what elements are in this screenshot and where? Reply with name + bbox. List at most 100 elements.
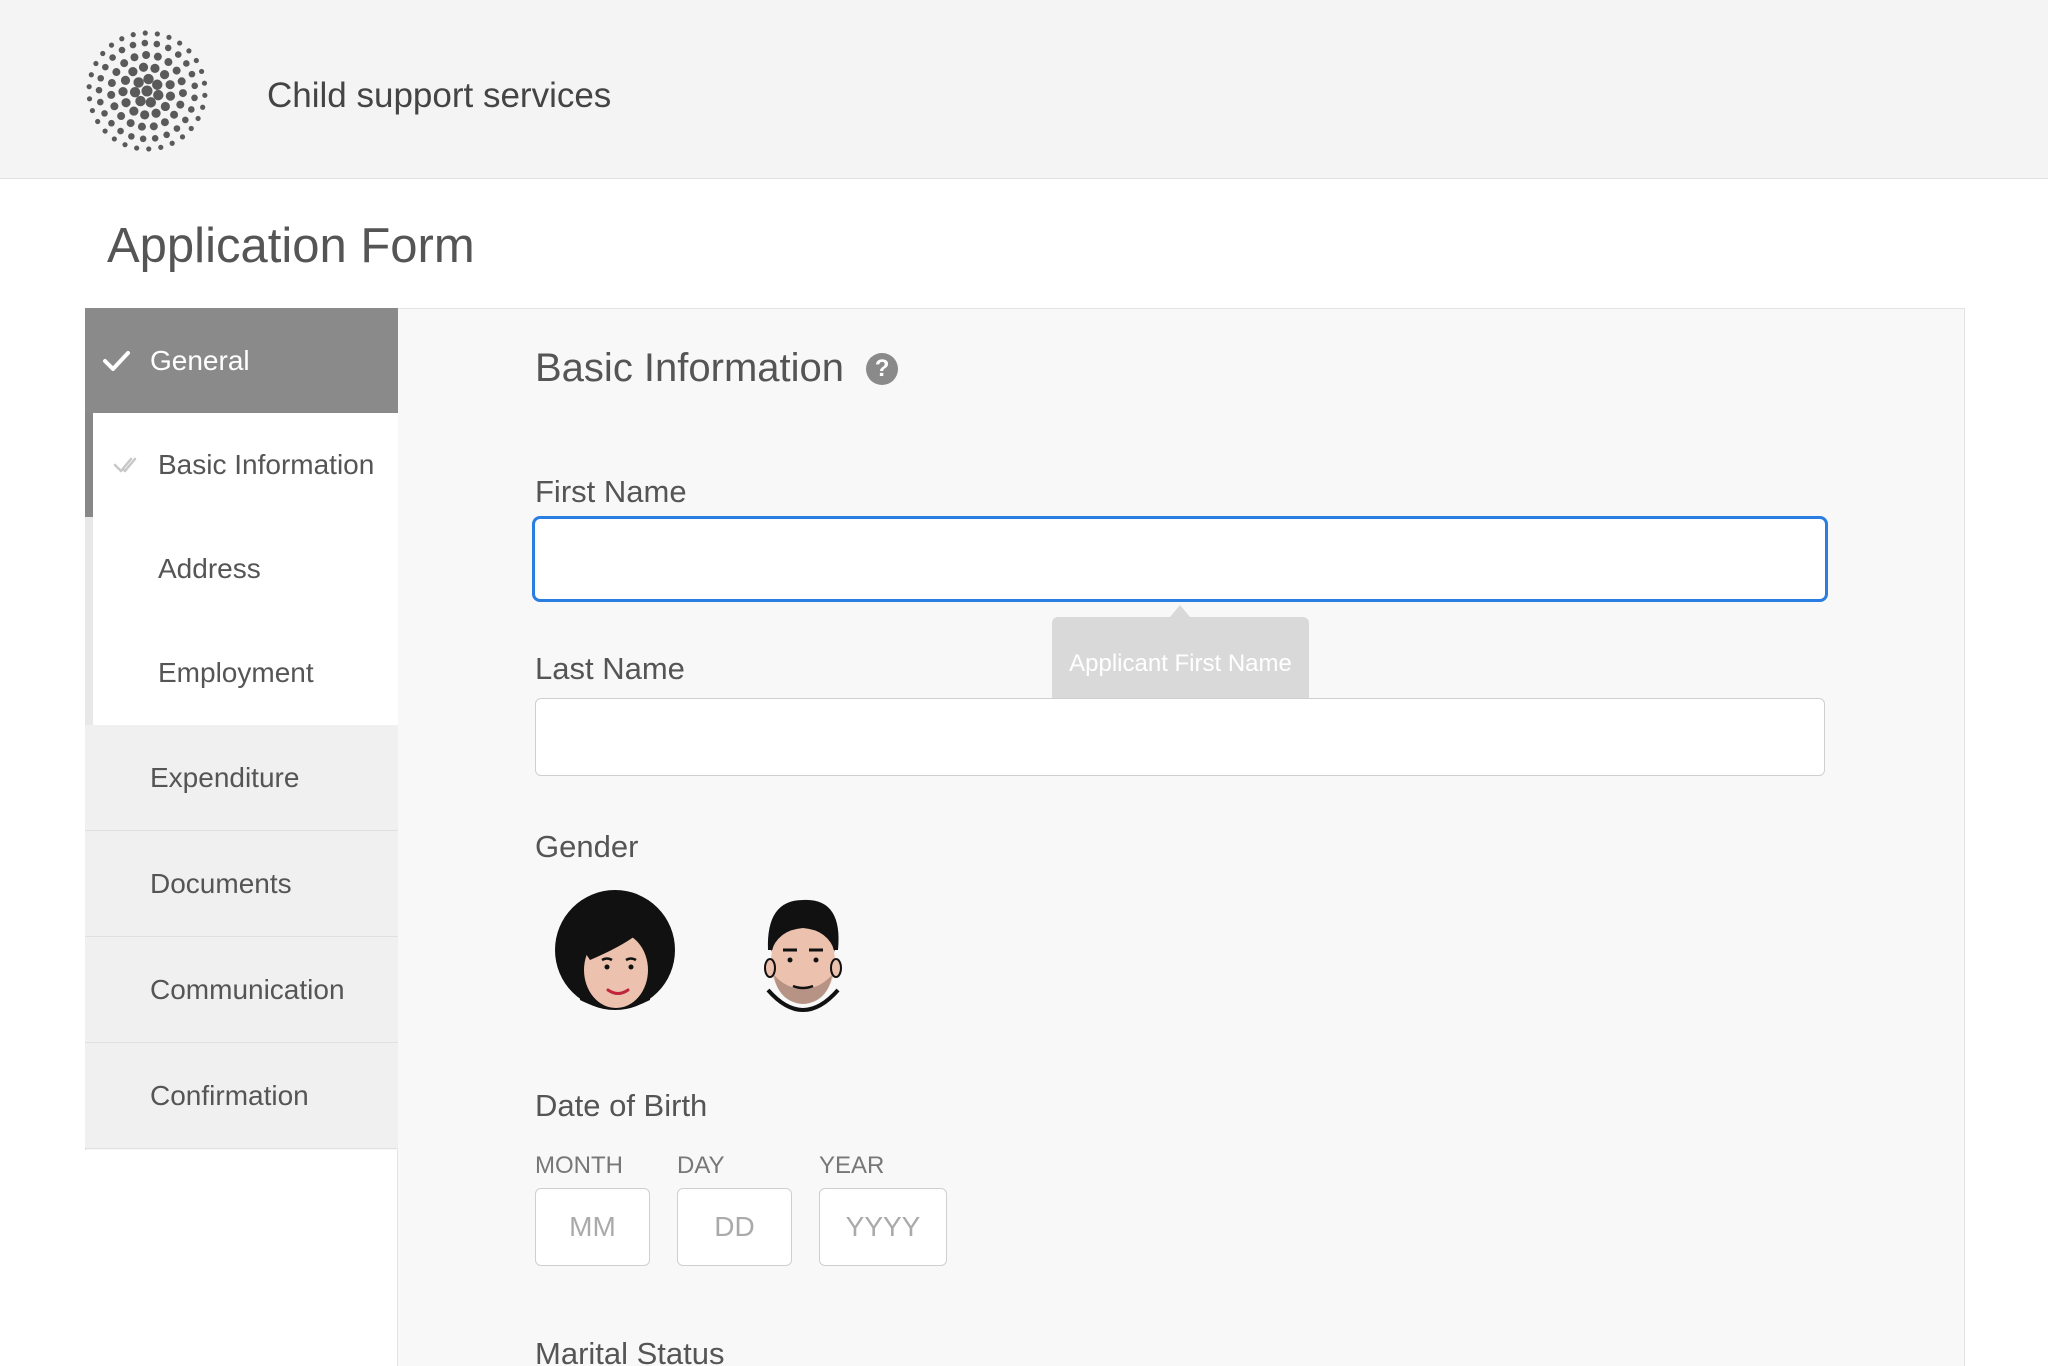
logo-dot [86, 84, 92, 90]
logo-dot [101, 110, 108, 117]
logo-dot [163, 131, 170, 139]
logo-dot [198, 68, 205, 75]
logo-dot [110, 102, 119, 111]
logo-dot [151, 135, 159, 142]
dob-label: Date of Birth [535, 1088, 708, 1123]
logo-dot [122, 142, 128, 148]
logo-dot [177, 40, 183, 46]
logo-dot [165, 91, 176, 101]
logo-dot [153, 52, 162, 61]
logo-dot [182, 116, 189, 124]
page-title: Application Form [107, 219, 475, 273]
logo-dot [152, 79, 163, 90]
nav-item-label: General [150, 344, 250, 376]
logo-dot [139, 135, 147, 143]
logo-dot [133, 77, 144, 88]
logo-dot [188, 70, 196, 78]
logo-icon[interactable] [82, 26, 212, 156]
logo-dot [142, 30, 148, 36]
logo-dot [146, 146, 152, 152]
logo-dot [89, 107, 96, 114]
logo-dot [191, 82, 199, 90]
logo-dot [102, 128, 108, 134]
logo-dot [169, 140, 175, 146]
logo-dot [160, 101, 170, 112]
logo-dot [191, 94, 198, 102]
last-name-label: Last Name [535, 651, 685, 686]
logo-dot [119, 36, 125, 42]
logo-dot [160, 118, 169, 127]
logo-dot [149, 122, 158, 131]
last-name-input[interactable] [535, 698, 1825, 776]
marital-status-label: Marital Status [535, 1336, 725, 1366]
nav-item-general[interactable]: General [85, 308, 398, 413]
logo-dot [188, 106, 195, 113]
nav-item-label: Expenditure [150, 761, 300, 793]
logo-dot [128, 133, 135, 140]
logo-dot [183, 60, 190, 67]
logo-dot [170, 110, 179, 119]
logo-dot [138, 62, 149, 72]
sidebar-spacer [85, 1150, 398, 1366]
nav-item-confirmation[interactable]: Confirmation [85, 1043, 398, 1149]
logo-dot [129, 41, 137, 49]
logo-dot [158, 144, 164, 150]
nav-item-label: Confirmation [150, 1079, 309, 1111]
logo-dot [153, 89, 164, 101]
logo-dot [100, 50, 106, 57]
male-avatar-icon[interactable] [738, 890, 868, 1020]
logo-dot [164, 58, 173, 67]
app-title: Child support services [267, 76, 612, 115]
subnav-item-basic-information[interactable]: Basic Information [85, 413, 398, 517]
first-name-input[interactable] [532, 516, 1828, 602]
logo-dot [97, 98, 104, 106]
subnav-item-address[interactable]: Address [93, 517, 398, 621]
logo-dot [102, 63, 109, 71]
logo-dot [130, 32, 136, 38]
logo-dot [186, 48, 192, 54]
logo-dot [173, 125, 181, 132]
logo-dot [195, 115, 201, 122]
section-title-text: Basic Information [535, 346, 845, 390]
logo-dot [142, 51, 151, 60]
dob-year-label: YEAR [819, 1152, 885, 1179]
logo-dot [120, 59, 129, 68]
nav-item-expenditure[interactable]: Expenditure [85, 725, 398, 831]
logo-dot [174, 51, 182, 58]
logo-dot [120, 75, 131, 85]
female-avatar-icon[interactable] [550, 890, 680, 1020]
logo-dot [150, 63, 160, 73]
subnav-item-label: Employment [158, 657, 314, 688]
subnav-item-employment[interactable]: Employment [93, 621, 398, 725]
nav-item-documents[interactable]: Documents [85, 831, 398, 937]
logo-dot [178, 89, 187, 98]
logo-dot [193, 57, 199, 64]
logo-dot [154, 31, 160, 37]
wizard-sidebar: General Basic Information Address Employ… [85, 308, 398, 1149]
logo-dot [93, 60, 99, 67]
logo-dot [109, 54, 116, 61]
logo-dot [112, 68, 121, 77]
logo-dot [201, 80, 208, 86]
logo-dot [86, 96, 93, 102]
dob-year-input[interactable] [819, 1188, 947, 1266]
check-icon [103, 351, 130, 371]
logo-dot [130, 53, 139, 62]
dob-day-input[interactable] [677, 1188, 792, 1266]
logo-dot [140, 110, 150, 120]
logo-dot [108, 119, 115, 127]
logo-dot [97, 74, 105, 82]
logo-dot [107, 90, 116, 99]
nav-item-communication[interactable]: Communication [85, 937, 398, 1043]
help-icon[interactable]: ? [866, 352, 899, 385]
dob-month-input[interactable] [535, 1188, 650, 1266]
logo-dot [128, 66, 138, 77]
logo-dot [143, 73, 154, 85]
section-title: Basic Information ? [535, 346, 899, 391]
logo-dot [188, 125, 194, 132]
logo-dot [117, 112, 126, 121]
logo-dot [200, 104, 206, 110]
logo-dot [107, 79, 116, 88]
logo-dot [151, 108, 161, 118]
logo-dot [129, 86, 141, 98]
